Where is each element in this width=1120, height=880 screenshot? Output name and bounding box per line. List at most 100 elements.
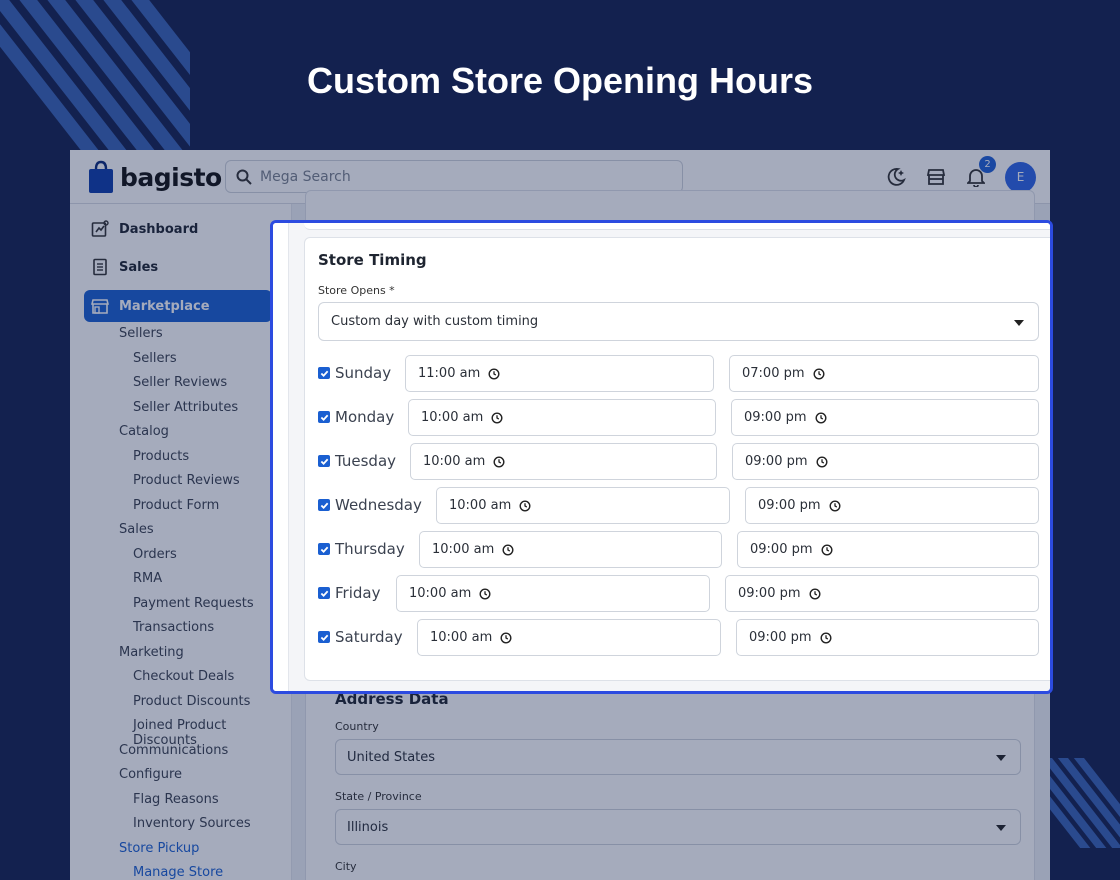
logo[interactable]: bagisto xyxy=(88,160,222,194)
open-time-value: 10:00 am xyxy=(421,410,484,425)
close-time-input[interactable]: 07:00 pm xyxy=(729,355,1039,392)
clock-icon xyxy=(500,631,512,644)
day-row-friday: Friday 10:00 am 09:00 pm xyxy=(318,575,1039,612)
open-time-input[interactable]: 10:00 am xyxy=(396,575,710,612)
clock-icon xyxy=(820,631,832,644)
open-time-value: 10:00 am xyxy=(449,498,512,513)
sidebar-subitem[interactable]: Sellers xyxy=(119,326,163,341)
sidebar-subitem[interactable]: Inventory Sources xyxy=(133,816,251,831)
close-time-value: 09:00 pm xyxy=(744,410,807,425)
clock-icon xyxy=(816,455,828,468)
sidebar-subitem[interactable]: Transactions xyxy=(133,620,214,635)
close-time-value: 09:00 pm xyxy=(758,498,821,513)
open-time-input[interactable]: 10:00 am xyxy=(417,619,721,656)
store-opens-value: Custom day with custom timing xyxy=(331,314,539,329)
clock-icon xyxy=(519,499,531,512)
clock-icon xyxy=(813,367,825,380)
receipt-icon xyxy=(93,258,107,276)
sidebar-subitem[interactable]: Sellers xyxy=(133,351,177,366)
state-value: Illinois xyxy=(347,819,389,835)
sidebar-subitem[interactable]: Checkout Deals xyxy=(133,669,234,684)
open-time-input[interactable]: 11:00 am xyxy=(405,355,714,392)
close-time-value: 09:00 pm xyxy=(745,454,808,469)
sidebar-subitem[interactable]: Product Discounts xyxy=(133,694,250,709)
hero-title: Custom Store Opening Hours xyxy=(306,60,814,101)
open-time-input[interactable]: 10:00 am xyxy=(436,487,730,524)
sidebar-subitem[interactable]: Seller Reviews xyxy=(133,375,227,390)
close-time-input[interactable]: 09:00 pm xyxy=(737,531,1039,568)
day-checkbox[interactable] xyxy=(318,631,330,643)
country-label: Country xyxy=(335,720,379,733)
chevron-down-icon xyxy=(996,755,1006,761)
day-row-wednesday: Wednesday 10:00 am 09:00 pm xyxy=(318,487,1039,524)
day-checkbox[interactable] xyxy=(318,543,330,555)
open-time-input[interactable]: 10:00 am xyxy=(408,399,716,436)
sidebar-subitem[interactable]: Seller Attributes xyxy=(133,400,238,415)
close-time-input[interactable]: 09:00 pm xyxy=(732,443,1039,480)
close-time-input[interactable]: 09:00 pm xyxy=(725,575,1039,612)
sidebar-subitem[interactable]: Payment Requests xyxy=(133,596,254,611)
open-time-value: 10:00 am xyxy=(409,586,472,601)
sidebar-subitem[interactable]: Flag Reasons xyxy=(133,792,219,807)
day-label: Saturday xyxy=(335,628,403,646)
sidebar-subitem[interactable]: Products xyxy=(133,449,189,464)
country-value: United States xyxy=(347,749,436,765)
sidebar-item-sales[interactable]: Sales xyxy=(84,251,272,283)
country-select[interactable]: United States xyxy=(335,739,1021,775)
sidebar-subitem[interactable]: Orders xyxy=(133,547,177,562)
search-icon xyxy=(236,169,252,185)
sidebar-subitem[interactable]: Catalog xyxy=(119,424,169,439)
close-time-value: 09:00 pm xyxy=(738,586,801,601)
day-checkbox[interactable] xyxy=(318,411,330,423)
sidebar-item-label: Sales xyxy=(119,259,159,275)
chevron-down-icon xyxy=(996,825,1006,831)
storefront-icon[interactable] xyxy=(925,166,947,188)
search-input[interactable]: Mega Search xyxy=(225,160,683,193)
store-opens-select[interactable]: Custom day with custom timing xyxy=(318,302,1039,341)
close-time-value: 09:00 pm xyxy=(750,542,813,557)
clock-icon xyxy=(829,499,841,512)
clock-icon xyxy=(815,411,827,424)
day-checkbox[interactable] xyxy=(318,587,330,599)
open-time-input[interactable]: 10:00 am xyxy=(410,443,717,480)
sidebar-subitem[interactable]: Manage Store xyxy=(133,865,223,880)
day-checkbox[interactable] xyxy=(318,499,330,511)
day-label: Thursday xyxy=(335,540,405,558)
sidebar-subitem[interactable]: RMA xyxy=(133,571,162,586)
sidebar-item-label: Dashboard xyxy=(119,221,199,237)
close-time-input[interactable]: 09:00 pm xyxy=(736,619,1039,656)
sidebar-subitem[interactable]: Communications xyxy=(119,743,228,758)
sidebar-subitem[interactable]: Sales xyxy=(119,522,154,537)
decorative-stripes-bottom-right xyxy=(1040,758,1120,848)
sidebar-item-label: Marketplace xyxy=(119,298,210,314)
day-checkbox[interactable] xyxy=(318,367,330,379)
sidebar-subitem[interactable]: Store Pickup xyxy=(119,841,199,856)
day-label: Sunday xyxy=(335,364,392,382)
sidebar-subitem[interactable]: Marketing xyxy=(119,645,184,660)
state-select[interactable]: Illinois xyxy=(335,809,1021,845)
store-timing-highlight: Store Timing Store Opens * Custom day wi… xyxy=(270,220,1053,694)
open-time-value: 10:00 am xyxy=(423,454,486,469)
open-time-input[interactable]: 10:00 am xyxy=(419,531,722,568)
sidebar-subitem[interactable]: Product Reviews xyxy=(133,473,240,488)
avatar[interactable]: E xyxy=(1005,161,1036,193)
sidebar-item-marketplace[interactable]: Marketplace xyxy=(84,290,272,322)
close-time-value: 09:00 pm xyxy=(749,630,812,645)
sidebar-subitem[interactable]: Configure xyxy=(119,767,182,782)
day-row-sunday: Sunday 11:00 am 07:00 pm xyxy=(318,355,1039,392)
dark-mode-icon[interactable] xyxy=(885,166,907,188)
open-time-value: 10:00 am xyxy=(432,542,495,557)
day-label: Wednesday xyxy=(335,496,422,514)
close-time-input[interactable]: 09:00 pm xyxy=(731,399,1039,436)
sidebar-subitem[interactable]: Product Form xyxy=(133,498,219,513)
notification-bell-icon[interactable]: 2 xyxy=(965,156,996,188)
open-time-value: 11:00 am xyxy=(418,366,481,381)
dashboard-icon xyxy=(91,220,109,237)
day-checkbox[interactable] xyxy=(318,455,330,467)
sidebar-item-dashboard[interactable]: Dashboard xyxy=(84,213,272,245)
day-label: Monday xyxy=(335,408,395,426)
day-label: Friday xyxy=(335,584,381,602)
close-time-input[interactable]: 09:00 pm xyxy=(745,487,1039,524)
day-label: Tuesday xyxy=(335,452,397,470)
city-label: City xyxy=(335,860,357,873)
